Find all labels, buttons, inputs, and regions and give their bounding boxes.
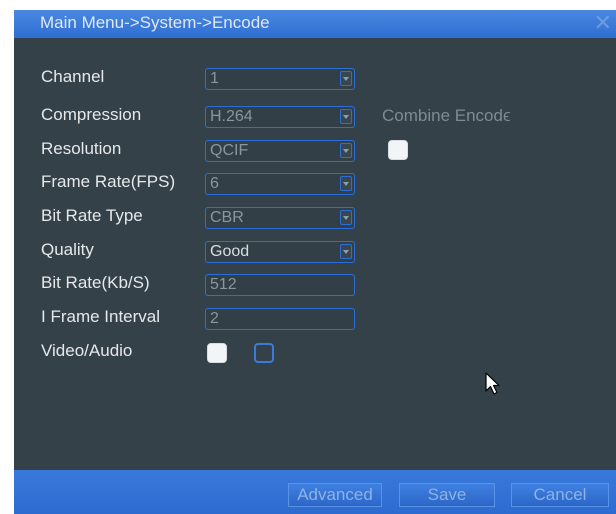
save-button[interactable]: Save (399, 483, 495, 507)
video-checkbox[interactable] (207, 343, 227, 363)
i-frame-interval-label: I Frame Interval (41, 307, 161, 326)
chevron-down-icon[interactable] (340, 244, 352, 259)
close-icon[interactable]: ✕ (594, 10, 612, 36)
bit-rate-value: 512 (210, 276, 237, 293)
chevron-down-icon[interactable] (340, 176, 352, 191)
compression-label: Compression (41, 105, 142, 124)
bit-rate-label: Bit Rate(Kb/S) (41, 273, 150, 292)
bit-rate-type-value: CBR (210, 209, 244, 226)
chevron-down-icon[interactable] (340, 71, 352, 86)
chevron-down-icon[interactable] (340, 109, 352, 124)
combine-encode-checkbox[interactable] (388, 140, 408, 160)
chevron-down-icon[interactable] (340, 210, 352, 225)
window-title: Main Menu->System->Encode (40, 13, 270, 32)
resolution-select[interactable]: QCIF (205, 140, 355, 162)
title-bar: Main Menu->System->Encode ✕ (14, 10, 616, 38)
quality-select[interactable]: Good (205, 241, 355, 263)
i-frame-interval-value: 2 (210, 310, 219, 327)
bit-rate-type-select[interactable]: CBR (205, 207, 355, 229)
quality-label: Quality (41, 240, 94, 259)
bit-rate-type-label: Bit Rate Type (41, 206, 143, 225)
bit-rate-input[interactable]: 512 (205, 274, 355, 296)
video-audio-label: Video/Audio (41, 341, 133, 360)
advanced-button[interactable]: Advanced (288, 483, 382, 507)
compression-select[interactable]: H.264 (205, 106, 355, 128)
mouse-pointer-icon (485, 372, 500, 395)
cancel-button[interactable]: Cancel (511, 483, 609, 507)
channel-value: 1 (210, 70, 219, 87)
frame-rate-label: Frame Rate(FPS) (41, 172, 176, 191)
channel-label: Channel (41, 67, 105, 86)
resolution-label: Resolution (41, 139, 122, 158)
audio-checkbox[interactable] (254, 343, 274, 363)
resolution-value: QCIF (210, 142, 249, 159)
quality-value: Good (210, 243, 250, 260)
frame-rate-value: 6 (210, 175, 219, 192)
encode-dialog: Main Menu->System->Encode ✕ Channel Comp… (14, 10, 616, 514)
compression-value: H.264 (210, 108, 253, 125)
channel-select[interactable]: 1 (205, 68, 355, 90)
combine-encode-label: Combine Encodϵ (382, 106, 511, 125)
i-frame-interval-input[interactable]: 2 (205, 308, 355, 330)
frame-rate-select[interactable]: 6 (205, 173, 355, 195)
chevron-down-icon[interactable] (340, 143, 352, 158)
